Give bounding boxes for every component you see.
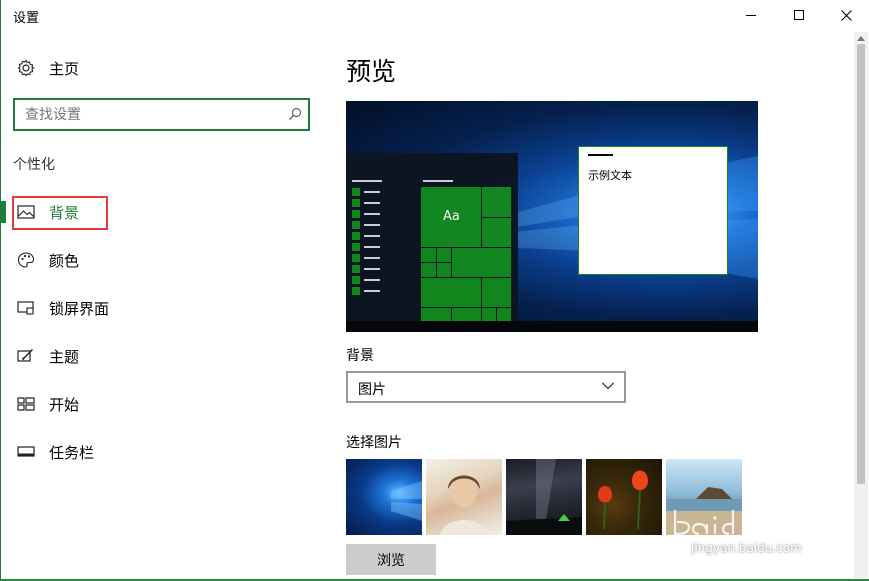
start-list-square [352, 276, 360, 284]
scroll-up-arrow-icon[interactable] [857, 35, 865, 41]
sidebar-item-label: 开始 [49, 395, 80, 414]
close-button[interactable] [823, 0, 869, 30]
sidebar-item-label: 背景 [49, 203, 80, 222]
sidebar-item-label: 锁屏界面 [49, 299, 110, 318]
maximize-button[interactable] [776, 0, 822, 30]
start-list-square [352, 188, 360, 196]
tulips-thumb [598, 470, 648, 530]
vertical-scrollbar[interactable] [854, 32, 868, 578]
picture-thumbnail-night-sky[interactable] [506, 459, 582, 535]
start-list-square [352, 199, 360, 207]
tile-divider [421, 277, 511, 278]
start-list-line [364, 279, 380, 281]
picture-thumbnail-windows[interactable] [346, 459, 422, 535]
tile-divider [481, 217, 511, 218]
start-list-line [364, 191, 380, 193]
search-icon [289, 107, 302, 120]
search-box[interactable] [13, 98, 310, 131]
start-list-line [423, 180, 453, 182]
page-title: 预览 [346, 57, 397, 86]
picture-thumbnail-portrait[interactable] [426, 459, 502, 535]
start-list-line [364, 224, 380, 226]
choose-picture-label: 选择图片 [346, 435, 402, 451]
start-list-square [352, 254, 360, 262]
background-type-select[interactable]: 图片 [346, 371, 626, 403]
tile-divider [481, 277, 482, 322]
section-heading: 个性化 [13, 157, 55, 173]
sidebar-item-start[interactable]: 开始 [1, 384, 321, 424]
maximize-icon [794, 10, 804, 20]
start-list-line [352, 180, 382, 182]
tile-divider [421, 262, 451, 263]
sidebar-item-taskbar[interactable]: 任务栏 [1, 432, 321, 472]
start-list-line [364, 246, 380, 248]
sidebar-item-background[interactable]: 背景 [1, 192, 321, 232]
start-list-square [352, 221, 360, 229]
watermark-text: jingyan.baidu.com [691, 541, 802, 555]
start-list-line [364, 290, 380, 292]
picture-icon [17, 203, 35, 221]
start-icon [17, 395, 35, 413]
title-bar[interactable]: 设置 [1, 0, 869, 32]
picture-thumbnail-tulips[interactable] [586, 459, 662, 535]
start-list-square [352, 287, 360, 295]
start-list-line [364, 257, 380, 259]
minimize-button[interactable] [728, 0, 774, 30]
tile-divider [421, 307, 511, 308]
browse-button[interactable]: 浏览 [346, 544, 436, 575]
sidebar-item-label: 颜色 [49, 251, 80, 270]
sample-window-preview: 示例文本 [578, 146, 728, 275]
start-list-line [364, 268, 380, 270]
tile-divider [451, 307, 452, 322]
night-sky-thumb [506, 459, 582, 535]
tile-block [421, 187, 511, 322]
start-list-line [364, 235, 380, 237]
tile-divider [451, 247, 452, 277]
start-list-line [364, 202, 380, 204]
start-list-square [352, 265, 360, 273]
search-input[interactable] [25, 106, 275, 124]
close-icon [840, 9, 852, 21]
sidebar-item-themes[interactable]: 主题 [1, 336, 321, 376]
sidebar-item-label: 主页 [49, 59, 80, 78]
background-preview: Aa 示例文本 [346, 101, 758, 332]
sample-text: 示例文本 [588, 169, 632, 182]
select-value: 图片 [358, 382, 386, 398]
sidebar-item-label: 任务栏 [49, 443, 95, 462]
minimize-icon [746, 14, 756, 16]
sidebar-item-home[interactable]: 主页 [1, 48, 321, 88]
tile-label: Aa [443, 209, 460, 224]
background-label: 背景 [346, 348, 374, 364]
scrollbar-thumb[interactable] [857, 44, 865, 484]
settings-window: 设置 主页 个性化 背景 颜色 [0, 0, 869, 581]
sidebar-item-colors[interactable]: 颜色 [1, 240, 321, 280]
lock-screen-icon [17, 299, 35, 317]
taskbar-preview [346, 321, 758, 332]
start-list-square [352, 232, 360, 240]
sample-title-bar [588, 154, 613, 156]
palette-icon [17, 251, 35, 269]
portrait-thumb [440, 475, 488, 535]
start-menu-preview: Aa [346, 153, 518, 322]
sidebar-item-lock-screen[interactable]: 锁屏界面 [1, 288, 321, 328]
theme-icon [17, 347, 35, 365]
start-list-line [364, 213, 380, 215]
taskbar-icon [17, 443, 35, 461]
sidebar-item-label: 主题 [49, 347, 80, 366]
chevron-down-icon [602, 382, 614, 390]
windows-beams-thumb [391, 481, 422, 521]
tile-divider [496, 307, 497, 322]
start-list-square [352, 243, 360, 251]
tile-divider [421, 247, 511, 248]
gear-icon [17, 59, 35, 77]
window-title: 设置 [13, 11, 40, 26]
start-list-square [352, 210, 360, 218]
